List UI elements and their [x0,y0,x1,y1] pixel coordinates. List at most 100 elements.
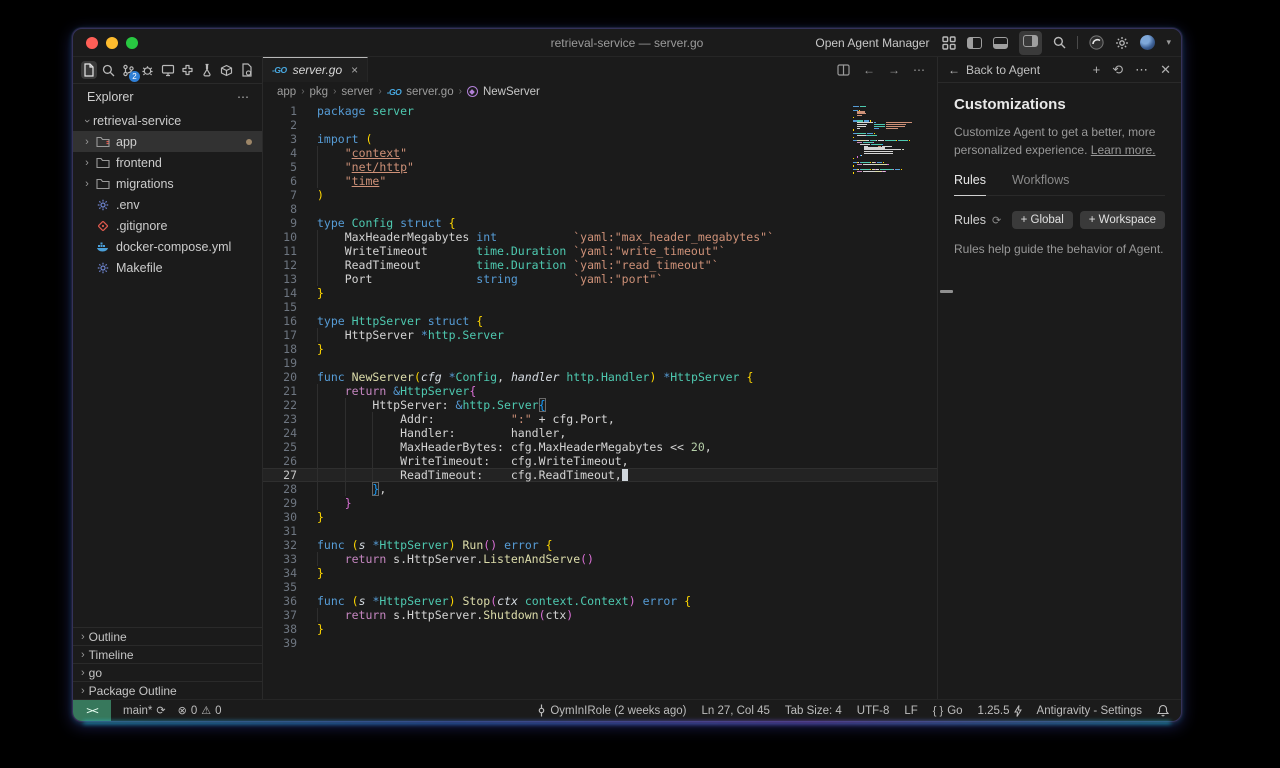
tree-item-docker-compose-yml[interactable]: docker-compose.yml [73,236,262,257]
breadcrumb-item[interactable]: NewServer [483,86,540,98]
notifications-bell-icon[interactable] [1157,704,1169,717]
code-line[interactable]: 14} [263,286,937,300]
testing-icon[interactable] [199,61,215,79]
antigravity-logo-icon[interactable] [1089,35,1105,50]
containers-icon[interactable] [219,61,235,79]
source-control-icon[interactable]: 2 [120,61,141,82]
toggle-right-panel-icon[interactable] [1019,30,1043,55]
code-line[interactable]: 2 [263,118,937,132]
code-line[interactable]: 36 func (s *HttpServer) Stop(ctx context.… [263,594,937,608]
panel-more-icon[interactable]: ⋯ [1135,62,1148,78]
navigate-forward-icon[interactable]: → [888,63,900,77]
code-line[interactable]: 24 Handler: handler, [263,426,937,440]
breadcrumb-item[interactable]: app [277,86,296,98]
open-agent-manager-button[interactable]: Open Agent Manager [815,36,929,50]
code-line[interactable]: 26 WriteTimeout: cfg.WriteTimeout, [263,454,937,468]
code-line[interactable]: 9 type Config struct { [263,216,937,230]
account-chevron-down-icon[interactable]: ▾ [1166,37,1171,48]
language-mode[interactable]: { } Go [933,705,963,717]
editor-more-icon[interactable]: ⋯ [913,63,925,77]
code-line[interactable]: 37 return s.HttpServer.Shutdown(ctx) [263,608,937,622]
sidebar-section-timeline[interactable]: › Timeline [73,645,262,663]
settings-indicator[interactable]: Antigravity - Settings [1037,705,1142,717]
minimap[interactable] [853,106,933,176]
code-line[interactable]: 21 return &HttpServer{ [263,384,937,398]
code-line[interactable]: 35 [263,580,937,594]
sync-icon[interactable]: ⟳ [156,704,165,717]
panel-close-icon[interactable]: ✕ [1160,62,1171,78]
remote-explorer-icon[interactable] [160,61,176,79]
panel-add-icon[interactable]: + [1093,62,1101,78]
encoding[interactable]: UTF-8 [857,705,890,717]
minimize-window-button[interactable] [106,36,118,49]
tree-item--gitignore[interactable]: .gitignore [73,215,262,236]
back-to-agent-button[interactable]: Back to Agent [966,63,1040,77]
tree-item-retrieval-service[interactable]: › retrieval-service [73,110,262,131]
code-line[interactable]: 8 [263,202,937,216]
eol[interactable]: LF [904,705,917,717]
settings-file-icon[interactable] [238,61,254,79]
code-line[interactable]: 16 type HttpServer struct { [263,314,937,328]
panel-history-icon[interactable]: ⟲ [1112,62,1123,78]
code-line[interactable]: 5 "net/http" [263,160,937,174]
code-line[interactable]: 10 MaxHeaderMegabytes int `yaml:"max_hea… [263,230,937,244]
code-line[interactable]: 27 ReadTimeout: cfg.ReadTimeout, [263,468,937,482]
add-rule-button-workspace[interactable]: + Workspace [1079,211,1165,229]
explorer-more-icon[interactable]: ⋯ [237,90,250,104]
refresh-icon[interactable]: ⟳ [992,214,1001,227]
code-line[interactable]: 11 WriteTimeout time.Duration `yaml:"wri… [263,244,937,258]
agent-manager-grid-icon[interactable] [942,35,957,50]
code-line[interactable]: 38} [263,622,937,636]
code-line[interactable]: 32 func (s *HttpServer) Run() error { [263,538,937,552]
code-line[interactable]: 12 ReadTimeout time.Duration `yaml:"read… [263,258,937,272]
toggle-bottom-panel-icon[interactable] [993,36,1009,49]
panel-resize-handle[interactable] [940,290,953,293]
add-rule-button-global[interactable]: + Global [1011,211,1073,229]
tab-close-icon[interactable]: × [351,63,358,77]
code-line[interactable]: 28 }, [263,482,937,496]
code-editor[interactable]: 1 package server 2 3 import (4 "context" 5 "n… [263,101,937,699]
explorer-icon[interactable] [81,61,97,79]
maximize-window-button[interactable] [126,36,138,49]
code-line[interactable]: 39 [263,636,937,650]
code-line[interactable]: 30} [263,510,937,524]
learn-more-link[interactable]: Learn more. [1091,143,1156,157]
remote-indicator[interactable]: >< [73,700,111,721]
tree-item-makefile[interactable]: Makefile [73,257,262,278]
code-line[interactable]: 15 [263,300,937,314]
code-line[interactable]: 20 func NewServer(cfg *Config, handler ht… [263,370,937,384]
code-line[interactable]: 31 [263,524,937,538]
close-window-button[interactable] [86,36,98,49]
tab-server-go[interactable]: -GO server.go × [263,57,369,82]
back-arrow-icon[interactable]: ← [948,63,960,77]
code-line[interactable]: 19 [263,356,937,370]
tree-item-app[interactable]: › app [73,131,262,152]
panel-tab-rules[interactable]: Rules [954,173,986,196]
code-line[interactable]: 34} [263,566,937,580]
search-view-icon[interactable] [101,61,117,79]
problems-indicator[interactable]: ⊗ 0 ⚠ 0 [178,704,222,718]
code-line[interactable]: 3 import ( [263,132,937,146]
code-line[interactable]: 29 } [263,496,937,510]
breadcrumb-item[interactable]: server.go [406,86,453,98]
sidebar-section-package-outline[interactable]: › Package Outline [73,681,262,699]
split-editor-icon[interactable] [837,63,850,76]
sidebar-section-go[interactable]: › go [73,663,262,681]
code-line[interactable]: 6 "time" [263,174,937,188]
panel-tab-workflows[interactable]: Workflows [1012,173,1069,195]
code-line[interactable]: 23 Addr: ":" + cfg.Port, [263,412,937,426]
navigate-back-icon[interactable]: ← [863,63,875,77]
breadcrumb-item[interactable]: server [341,86,373,98]
tab-size[interactable]: Tab Size: 4 [785,705,842,717]
cursor-position[interactable]: Ln 27, Col 45 [701,705,769,717]
code-line[interactable]: 13 Port string `yaml:"port"` [263,272,937,286]
gear-icon[interactable] [1115,36,1129,50]
extensions-icon[interactable] [179,61,195,79]
toggle-left-panel-icon[interactable] [967,36,983,49]
code-line[interactable]: 4 "context" [263,146,937,160]
code-line[interactable]: 33 return s.HttpServer.ListenAndServe() [263,552,937,566]
code-line[interactable]: 25 MaxHeaderBytes: cfg.MaxHeaderMegabyte… [263,440,937,454]
search-icon[interactable] [1053,36,1066,49]
code-line[interactable]: 17 HttpServer *http.Server [263,328,937,342]
tree-item-frontend[interactable]: › frontend [73,152,262,173]
